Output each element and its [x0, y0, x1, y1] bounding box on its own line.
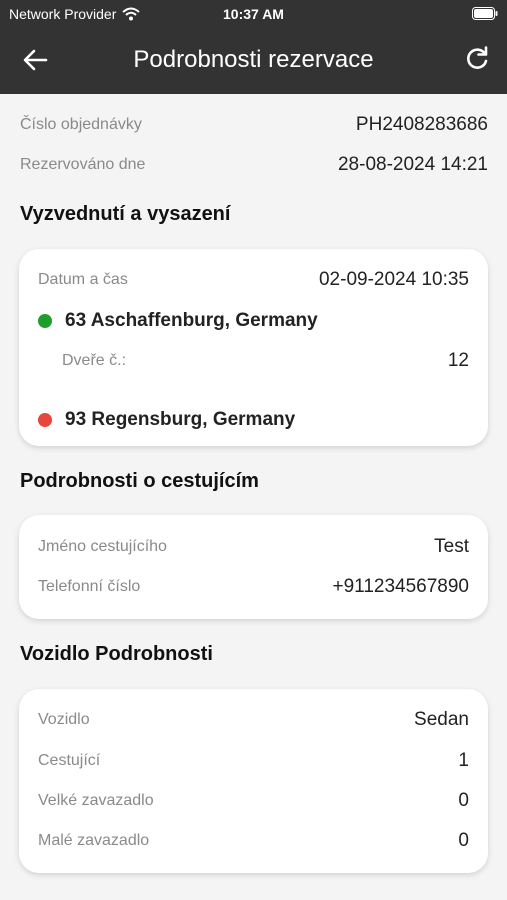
passenger-section-title: Podrobnosti o cestujícím	[20, 470, 259, 492]
large-luggage-label: Velké zavazadlo	[38, 792, 154, 809]
refresh-icon[interactable]	[463, 46, 491, 74]
vehicle-card: Vozidlo Sedan Cestující 1 Velké zavazadl…	[19, 689, 488, 873]
pickup-section-title: Vyzvednutí a vysazení	[20, 203, 231, 225]
booked-date-row: Rezervováno dne 28-08-2024 14:21	[20, 154, 488, 176]
vehicle-section-title: Vozidlo Podrobnosti	[20, 643, 213, 665]
pickup-card: Datum a čas 02-09-2024 10:35 63 Aschaffe…	[19, 249, 488, 446]
vehicle-type-row: Vozidlo Sedan	[38, 709, 469, 731]
passenger-name-value: Test	[434, 536, 469, 557]
passenger-card: Jméno cestujícího Test Telefonní číslo +…	[19, 515, 488, 619]
datetime-row: Datum a čas 02-09-2024 10:35	[38, 269, 469, 291]
navigation-bar: Podrobnosti rezervace	[0, 32, 507, 88]
vehicle-type-label: Vozidlo	[38, 711, 90, 728]
page-title: Podrobnosti rezervace	[133, 46, 374, 73]
status-bar: Network Provider 10:37 AM	[0, 0, 507, 28]
pickup-dot-icon	[38, 314, 52, 328]
small-luggage-label: Malé zavazadlo	[38, 832, 150, 849]
passenger-name-label: Jméno cestujícího	[38, 538, 167, 555]
door-value: 12	[447, 350, 469, 371]
datetime-label: Datum a čas	[38, 271, 128, 288]
battery-icon	[472, 7, 498, 20]
phone-value: +911234567890	[332, 576, 470, 597]
small-luggage-value: 0	[458, 830, 469, 851]
dropoff-location-text: 93 Regensburg, Germany	[65, 409, 296, 430]
pickup-location-text: 63 Aschaffenburg, Germany	[65, 310, 318, 331]
dropoff-dot-icon	[38, 413, 52, 427]
vehicle-type-value: Sedan	[414, 709, 469, 730]
passenger-name-row: Jméno cestujícího Test	[38, 536, 469, 558]
order-number-row: Číslo objednávky PH2408283686	[20, 114, 488, 136]
clock: 10:37 AM	[223, 6, 284, 22]
datetime-value: 02-09-2024 10:35	[318, 269, 469, 290]
large-luggage-value: 0	[458, 790, 469, 811]
door-row: Dveře č.: 12	[62, 350, 469, 372]
passengers-count-value: 1	[458, 750, 469, 771]
booked-date-label: Rezervováno dne	[20, 156, 146, 173]
order-number-label: Číslo objednávky	[20, 116, 142, 133]
app-header: Network Provider 10:37 AM Podrobnosti re…	[0, 0, 507, 94]
door-label: Dveře č.:	[62, 352, 127, 369]
order-number-value: PH2408283686	[355, 114, 488, 135]
small-luggage-row: Malé zavazadlo 0	[38, 830, 469, 852]
booked-date-value: 28-08-2024 14:21	[337, 154, 488, 175]
dropoff-location: 93 Regensburg, Germany	[38, 409, 295, 431]
phone-row: Telefonní číslo +911234567890	[38, 576, 469, 598]
passengers-count-label: Cestující	[38, 752, 101, 769]
pickup-location: 63 Aschaffenburg, Germany	[38, 310, 318, 332]
large-luggage-row: Velké zavazadlo 0	[38, 790, 469, 812]
passengers-count-row: Cestující 1	[38, 750, 469, 772]
phone-label: Telefonní číslo	[38, 578, 141, 595]
